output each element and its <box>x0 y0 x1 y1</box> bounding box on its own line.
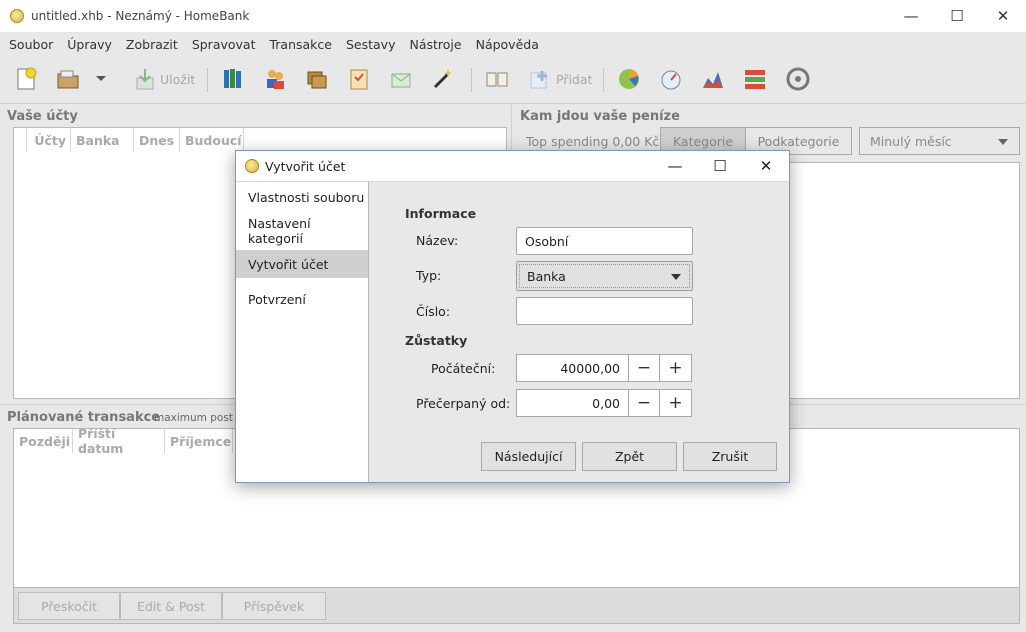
toolbar-separator <box>207 68 208 92</box>
wizard-steps-sidebar: Vlastnosti souboru Nastavení kategorií V… <box>236 181 369 482</box>
wizard-wand-icon[interactable] <box>430 66 456 92</box>
toolbar-separator <box>603 68 604 92</box>
dialog-close-button[interactable]: ✕ <box>743 151 789 181</box>
step-category-settings[interactable]: Nastavení kategorií <box>236 216 368 246</box>
main-titlebar: untitled.xhb - Neznámý - HomeBank — ☐ ✕ <box>0 0 1026 32</box>
account-type-value: Banka <box>527 268 566 284</box>
chevron-down-icon <box>998 139 1008 145</box>
menu-upravy[interactable]: Úpravy <box>60 37 119 52</box>
dialog-title: Vytvořit účet <box>265 158 346 174</box>
account-number-field[interactable] <box>516 297 693 325</box>
vehicle-cost-wheel-icon[interactable] <box>785 66 811 92</box>
initial-balance-increment-button[interactable]: + <box>660 354 692 382</box>
homebank-app-icon <box>245 159 259 173</box>
dialog-maximize-button[interactable]: ☐ <box>697 151 743 181</box>
menu-nastroje[interactable]: Nástroje <box>402 37 468 52</box>
menu-bar: Soubor Úpravy Zobrazit Spravovat Transak… <box>0 32 1026 56</box>
overdraft-label: Přečerpaný od: <box>416 396 511 411</box>
payees-people-icon[interactable] <box>262 66 288 92</box>
menu-transakce[interactable]: Transakce <box>262 37 339 52</box>
categories-folders-icon[interactable] <box>304 66 330 92</box>
name-field[interactable]: Osobní <box>516 227 693 255</box>
overdraft-increment-button[interactable]: + <box>660 389 692 417</box>
menu-spravovat[interactable]: Spravovat <box>185 37 263 52</box>
menu-sestavy[interactable]: Sestavy <box>339 37 403 52</box>
budget-bars-icon[interactable] <box>742 66 768 92</box>
top-spending-text: Top spending <box>526 134 609 149</box>
bank-column-header[interactable]: Banka <box>71 128 134 152</box>
step-confirmation[interactable]: Potvrzení <box>236 285 368 313</box>
next-date-column-header[interactable]: Příští datum <box>73 426 165 456</box>
window-title: untitled.xhb - Neznámý - HomeBank <box>31 9 250 23</box>
skip-button[interactable]: Přeskočit <box>18 592 120 620</box>
maximize-button[interactable]: ☐ <box>934 0 980 32</box>
chevron-down-icon <box>671 274 681 280</box>
initial-balance-stepper: 40000,00 − + <box>516 354 692 382</box>
menu-zobrazit[interactable]: Zobrazit <box>119 37 185 52</box>
chevron-down-icon[interactable] <box>94 72 108 86</box>
budget-envelope-icon[interactable] <box>388 66 414 92</box>
save-button-label[interactable]: Uložit <box>160 72 195 87</box>
account-type-select[interactable]: Banka <box>516 261 693 291</box>
name-label: Název: <box>416 233 459 248</box>
new-file-icon[interactable] <box>13 66 39 92</box>
overdraft-decrement-button[interactable]: − <box>628 389 660 417</box>
dialog-minimize-button[interactable]: — <box>652 151 698 181</box>
account-status-column <box>14 128 27 152</box>
accounts-books-icon[interactable] <box>220 66 246 92</box>
scheduled-panel-title: Plánované transakce <box>7 410 161 425</box>
toolbar: Uložit Přidat <box>0 56 1026 104</box>
top-spending-label: Top spending 0,00 Kč <box>526 134 659 149</box>
show-transactions-book-icon[interactable] <box>484 66 510 92</box>
add-button-label[interactable]: Přidat <box>556 72 592 87</box>
accounts-panel-title: Vaše účty <box>7 109 78 124</box>
top-spending-value: 0,00 Kč <box>612 134 660 149</box>
back-button[interactable]: Zpět <box>582 442 677 471</box>
info-section-heading: Informace <box>405 206 477 221</box>
minimize-button[interactable]: — <box>888 0 934 32</box>
initial-balance-decrement-button[interactable]: − <box>628 354 660 382</box>
initial-balance-label: Počáteční: <box>431 361 496 376</box>
create-account-dialog: Vytvořit účet — ☐ ✕ Vlastnosti souboru N… <box>235 150 790 483</box>
save-icon <box>136 69 154 90</box>
initial-balance-input[interactable]: 40000,00 <box>516 354 628 382</box>
pie-chart-report-icon[interactable] <box>616 66 642 92</box>
overdraft-stepper: 0,00 − + <box>516 389 692 417</box>
menu-napoveda[interactable]: Nápověda <box>469 37 546 52</box>
edit-post-button[interactable]: Edit & Post <box>120 592 222 620</box>
homebank-app-icon <box>10 9 24 23</box>
post-button[interactable]: Příspěvek <box>222 592 326 620</box>
trend-chart-icon[interactable] <box>700 66 726 92</box>
next-button[interactable]: Následující <box>481 442 576 471</box>
accounts-column-header[interactable]: Účty <box>27 128 71 152</box>
overdraft-input[interactable]: 0,00 <box>516 389 628 417</box>
spending-panel-title: Kam jdou vaše peníze <box>520 109 680 124</box>
cancel-button[interactable]: Zrušit <box>683 442 777 471</box>
toolbar-separator <box>471 68 472 92</box>
dialog-titlebar: Vytvořit účet — ☐ ✕ <box>236 151 789 181</box>
scheduled-action-bar: Přeskočit Edit & Post Příspěvek <box>13 588 1020 624</box>
menu-soubor[interactable]: Soubor <box>2 37 60 52</box>
later-column-header[interactable]: Později <box>14 429 73 453</box>
step-file-properties[interactable]: Vlastnosti souboru <box>236 183 368 211</box>
statistics-gauge-icon[interactable] <box>658 66 684 92</box>
future-column-header[interactable]: Budoucí <box>180 128 244 152</box>
archive-clipboard-icon[interactable] <box>346 66 372 92</box>
step-create-account[interactable]: Vytvořit účet <box>236 250 368 278</box>
balances-section-heading: Zůstatky <box>405 333 468 348</box>
add-transaction-plus-icon <box>530 71 547 89</box>
close-button[interactable]: ✕ <box>980 0 1026 32</box>
payee-column-header[interactable]: Příjemce <box>165 429 233 453</box>
period-select[interactable]: Minulý měsíc <box>859 127 1020 155</box>
type-label: Typ: <box>416 268 442 283</box>
today-column-header[interactable]: Dnes <box>134 128 180 152</box>
open-folder-icon[interactable] <box>55 66 81 92</box>
number-label: Číslo: <box>416 304 451 319</box>
wizard-content: Informace Název: Osobní Typ: Banka Číslo… <box>369 181 789 482</box>
period-select-value: Minulý měsíc <box>870 133 952 149</box>
